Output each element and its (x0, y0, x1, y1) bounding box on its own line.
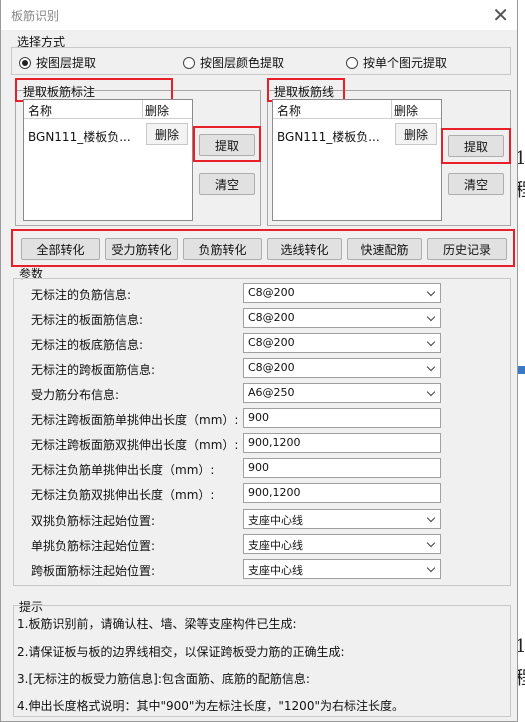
bottom-rebar-select[interactable]: C8@200 (243, 333, 441, 353)
title-bar: 板筋识别 ✕ (1, 0, 517, 30)
distribution-rebar-select[interactable]: A6@250 (243, 383, 441, 403)
column-name: 名称 (277, 104, 302, 118)
annotation-list[interactable]: 名称 删除 BGN111_楼板负... 删除 (23, 99, 193, 221)
span-top-start-select[interactable]: 支座中心线 (243, 559, 441, 579)
radio-dot-icon (19, 56, 31, 69)
negative-rebar-select[interactable]: C8@200 (243, 283, 441, 303)
param-label: 无标注跨板面筋双挑伸出长度（mm）: (31, 438, 239, 452)
list-item[interactable]: BGN111_楼板负... (28, 128, 131, 145)
tip-line: 1.板筋识别前，请确认柱、墙、梁等支座构件已生成: (17, 617, 297, 631)
param-label: 跨板面筋标注起始位置: (31, 564, 156, 578)
extract-line-button[interactable]: 提取 (448, 135, 504, 157)
column-name: 名称 (28, 104, 53, 118)
list-item[interactable]: BGN111_楼板负... (277, 128, 380, 145)
rebar-line-list[interactable]: 名称 删除 BGN111_楼板负... 删除 (272, 99, 442, 221)
param-label: 无标注负筋单挑伸出长度（mm）: (31, 463, 215, 477)
clear-line-button[interactable]: 清空 (448, 173, 504, 195)
param-label: 无标注的板面筋信息: (31, 313, 144, 327)
delete-row-button[interactable]: 删除 (395, 123, 437, 145)
column-delete: 删除 (145, 104, 170, 118)
rebar-recognition-dialog: 板筋识别 ✕ 选择方式 按图层提取 按图层颜色提取 按单个图元提取 提取板筋标注… (0, 0, 518, 722)
param-label: 受力筋分布信息: (31, 388, 120, 402)
radio-label: 按图层颜色提取 (200, 56, 285, 70)
double-negative-start-select[interactable]: 支座中心线 (243, 509, 441, 529)
param-label: 双挑负筋标注起始位置: (31, 514, 156, 528)
right-panel-title: 提取板筋线 (274, 85, 335, 99)
convert-all-button[interactable]: 全部转化 (21, 238, 100, 260)
radio-by-layer[interactable]: 按图层提取 (19, 54, 96, 71)
radio-dot-icon (346, 56, 358, 69)
convert-main-rebar-button[interactable]: 受力筋转化 (105, 238, 178, 260)
convert-selected-line-button[interactable]: 选线转化 (267, 238, 342, 260)
param-label: 无标注跨板面筋单挑伸出长度（mm）: (31, 413, 239, 427)
list-header: 名称 删除 (24, 100, 192, 119)
column-delete: 删除 (394, 104, 419, 118)
window-title: 板筋识别 (11, 9, 60, 23)
top-rebar-select[interactable]: C8@200 (243, 308, 441, 328)
extract-annotation-button[interactable]: 提取 (199, 134, 255, 156)
column-separator (391, 100, 392, 118)
history-button[interactable]: 历史记录 (427, 238, 507, 260)
radio-label: 按图层提取 (36, 56, 97, 70)
span-double-length-input[interactable]: 900,1200 (243, 433, 441, 453)
quick-rebar-button[interactable]: 快速配筋 (347, 238, 422, 260)
negative-single-length-input[interactable]: 900 (243, 458, 441, 478)
radio-by-layer-color[interactable]: 按图层颜色提取 (183, 54, 284, 71)
list-header: 名称 删除 (273, 100, 441, 119)
convert-negative-rebar-button[interactable]: 负筋转化 (183, 238, 262, 260)
param-label: 无标注的负筋信息: (31, 288, 132, 302)
single-negative-start-select[interactable]: 支座中心线 (243, 534, 441, 554)
span-top-rebar-select[interactable]: C8@200 (243, 358, 441, 378)
negative-double-length-input[interactable]: 900,1200 (243, 483, 441, 503)
param-label: 单挑负筋标注起始位置: (31, 539, 156, 553)
clear-annotation-button[interactable]: 清空 (199, 173, 255, 195)
tip-line: 3.[无标注的板受力筋信息]:包含面筋、底筋的配筋信息: (17, 672, 310, 686)
tip-line: 4.伸出长度格式说明：其中"900"为左标注长度，"1200"为右标注长度。 (17, 699, 404, 713)
close-icon[interactable]: ✕ (492, 3, 509, 27)
tip-line: 2.请保证板与板的边界线相交，以保证跨板受力筋的正确生成: (17, 645, 345, 659)
radio-by-single-element[interactable]: 按单个图元提取 (346, 54, 447, 71)
param-label: 无标注的跨板面筋信息: (31, 363, 156, 377)
span-single-length-input[interactable]: 900 (243, 408, 441, 428)
column-separator (142, 100, 143, 118)
param-label: 无标注的板底筋信息: (31, 338, 144, 352)
left-panel-title: 提取板筋标注 (23, 85, 96, 99)
param-label: 无标注负筋双挑伸出长度（mm）: (31, 488, 215, 502)
delete-row-button[interactable]: 删除 (146, 123, 188, 145)
radio-dot-icon (183, 56, 195, 69)
radio-label: 按单个图元提取 (363, 56, 448, 70)
